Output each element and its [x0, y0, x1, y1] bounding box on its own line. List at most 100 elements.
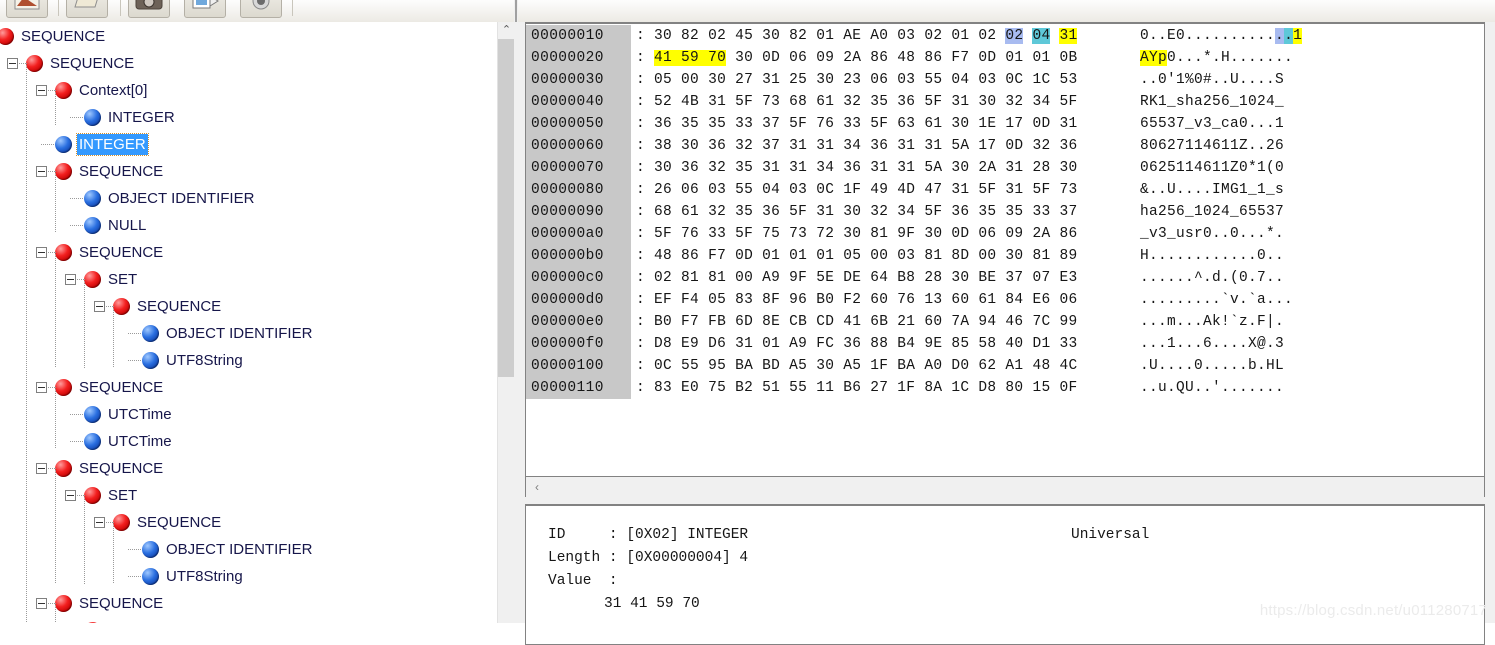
- hex-byte[interactable]: 02: [654, 270, 672, 286]
- hex-byte[interactable]: 63: [897, 116, 915, 132]
- hex-byte[interactable]: BE: [978, 270, 996, 286]
- hex-byte[interactable]: 1F: [870, 358, 888, 374]
- hex-byte[interactable]: 30: [951, 116, 969, 132]
- hex-byte[interactable]: 05: [708, 292, 726, 308]
- hex-byte[interactable]: 41: [843, 314, 861, 330]
- hex-byte[interactable]: 31: [708, 94, 726, 110]
- hex-byte[interactable]: 03: [789, 182, 807, 198]
- hex-byte[interactable]: 73: [762, 94, 780, 110]
- hex-byte[interactable]: 01: [762, 336, 780, 352]
- hex-byte[interactable]: FB: [708, 314, 726, 330]
- hex-byte[interactable]: BA: [735, 358, 753, 374]
- hex-byte[interactable]: 0B: [1059, 50, 1077, 66]
- hex-byte[interactable]: 4D: [897, 182, 915, 198]
- hex-byte[interactable]: 89: [1059, 248, 1077, 264]
- hex-row[interactable]: 000000a0:5F 76 33 5F 75 73 72 30 81 9F 3…: [526, 223, 1484, 245]
- hex-byte[interactable]: 37: [762, 116, 780, 132]
- tree-expander-collapse-icon[interactable]: [36, 166, 47, 177]
- hex-bytes[interactable]: 52 4B 31 5F 73 68 61 32 35 36 5F 31 30 3…: [654, 91, 1077, 113]
- hex-byte[interactable]: A5: [789, 358, 807, 374]
- hex-byte[interactable]: 36: [654, 116, 672, 132]
- hex-byte[interactable]: 40: [1005, 336, 1023, 352]
- hex-byte[interactable]: A5: [843, 358, 861, 374]
- hex-bytes[interactable]: 83 E0 75 B2 51 55 11 B6 27 1F 8A 1C D8 8…: [654, 377, 1077, 399]
- tree-expander-collapse-icon[interactable]: [94, 301, 105, 312]
- hex-byte[interactable]: 73: [789, 226, 807, 242]
- hex-byte[interactable]: 01: [816, 28, 834, 44]
- hex-byte[interactable]: 27: [870, 380, 888, 396]
- hex-byte[interactable]: A9: [762, 270, 780, 286]
- hex-byte[interactable]: 86: [1059, 226, 1077, 242]
- hex-byte[interactable]: 48: [897, 50, 915, 66]
- hex-byte[interactable]: 31: [1005, 160, 1023, 176]
- hex-byte[interactable]: 35: [1005, 204, 1023, 220]
- hex-byte[interactable]: 32: [708, 204, 726, 220]
- hex-byte[interactable]: 30: [1059, 160, 1077, 176]
- hex-byte[interactable]: 8A: [924, 380, 942, 396]
- hex-byte[interactable]: 5F: [789, 116, 807, 132]
- hex-byte[interactable]: 1C: [1032, 72, 1050, 88]
- hex-byte[interactable]: 5A: [924, 160, 942, 176]
- hex-byte[interactable]: 03: [897, 28, 915, 44]
- tree-expander-collapse-icon[interactable]: [36, 463, 47, 474]
- hex-bytes[interactable]: EF F4 05 83 8F 96 B0 F2 60 76 13 60 61 8…: [654, 289, 1077, 311]
- hex-bytes[interactable]: 26 06 03 55 04 03 0C 1F 49 4D 47 31 5F 3…: [654, 179, 1077, 201]
- hex-byte[interactable]: 34: [843, 138, 861, 154]
- hex-row[interactable]: 00000010:30 82 02 45 30 82 01 AE A0 03 0…: [526, 25, 1484, 47]
- hex-ascii[interactable]: .........`v.`a...: [1140, 289, 1293, 311]
- hex-byte[interactable]: 02: [708, 28, 726, 44]
- hex-byte[interactable]: 37: [1059, 204, 1077, 220]
- hex-byte[interactable]: 75: [708, 380, 726, 396]
- hex-byte[interactable]: 37: [762, 138, 780, 154]
- tree-expander-collapse-icon[interactable]: [36, 382, 47, 393]
- hex-byte[interactable]: 88: [870, 336, 888, 352]
- hex-byte[interactable]: 61: [816, 94, 834, 110]
- hex-byte[interactable]: 48: [1032, 358, 1050, 374]
- hex-byte[interactable]: 00: [870, 248, 888, 264]
- hex-byte[interactable]: 85: [951, 336, 969, 352]
- tree-node-label[interactable]: UTCTime: [106, 404, 174, 425]
- hex-byte[interactable]: 30: [654, 28, 672, 44]
- hex-byte[interactable]: 0C: [816, 182, 834, 198]
- hex-byte[interactable]: 81: [1032, 248, 1050, 264]
- hex-byte[interactable]: 0D: [1032, 116, 1050, 132]
- hex-byte[interactable]: 9E: [924, 336, 942, 352]
- tree-node-label-selected[interactable]: INTEGER: [76, 133, 149, 156]
- hex-bytes[interactable]: 05 00 30 27 31 25 30 23 06 03 55 04 03 0…: [654, 69, 1077, 91]
- hex-ascii[interactable]: ..u.QU..'.......: [1140, 377, 1284, 399]
- hex-byte[interactable]: 31: [735, 336, 753, 352]
- hex-byte[interactable]: 06: [870, 72, 888, 88]
- hex-byte[interactable]: 59: [681, 50, 700, 66]
- hex-byte[interactable]: 81: [870, 226, 888, 242]
- hex-byte[interactable]: 30: [1005, 248, 1023, 264]
- hex-byte[interactable]: 34: [1032, 94, 1050, 110]
- hex-byte[interactable]: 05: [654, 72, 672, 88]
- hex-bytes[interactable]: 38 30 36 32 37 31 31 34 36 31 31 5A 17 0…: [654, 135, 1077, 157]
- hex-byte[interactable]: 05: [843, 248, 861, 264]
- hex-byte[interactable]: D8: [654, 336, 672, 352]
- hex-byte[interactable]: 1F: [897, 380, 915, 396]
- hex-byte[interactable]: E6: [1032, 292, 1050, 308]
- hex-byte[interactable]: 26: [654, 182, 672, 198]
- hex-byte[interactable]: 72: [816, 226, 834, 242]
- hex-byte[interactable]: 86: [681, 248, 699, 264]
- hex-byte[interactable]: BA: [897, 358, 915, 374]
- hex-row[interactable]: 00000110:83 E0 75 B2 51 55 11 B6 27 1F 8…: [526, 377, 1484, 399]
- hex-byte[interactable]: 35: [735, 204, 753, 220]
- hex-byte[interactable]: 38: [654, 138, 672, 154]
- hex-byte[interactable]: 2A: [843, 50, 861, 66]
- hex-byte[interactable]: 00: [735, 270, 753, 286]
- toolbar-button-copy-icon[interactable]: [184, 0, 226, 18]
- hex-row[interactable]: 000000e0: B0 F7 FB 6D 8E CB CD 41 6B 21 6…: [526, 311, 1484, 333]
- hex-byte[interactable]: 5F: [1032, 182, 1050, 198]
- hex-bytes[interactable]: 30 36 32 35 31 31 34 36 31 31 5A 30 2A 3…: [654, 157, 1077, 179]
- hex-byte[interactable]: 03: [708, 182, 726, 198]
- hex-bytes[interactable]: 48 86 F7 0D 01 01 01 05 00 03 81 8D 00 3…: [654, 245, 1077, 267]
- hex-byte[interactable]: 81: [708, 270, 726, 286]
- hex-byte[interactable]: B2: [735, 380, 753, 396]
- hex-bytes[interactable]: 68 61 32 35 36 5F 31 30 32 34 5F 36 35 3…: [654, 201, 1077, 223]
- hex-byte[interactable]: 31: [924, 138, 942, 154]
- hex-byte[interactable]: 73: [1059, 182, 1077, 198]
- hex-byte[interactable]: 5E: [816, 270, 834, 286]
- tree-node-label[interactable]: SEQUENCE: [19, 26, 107, 47]
